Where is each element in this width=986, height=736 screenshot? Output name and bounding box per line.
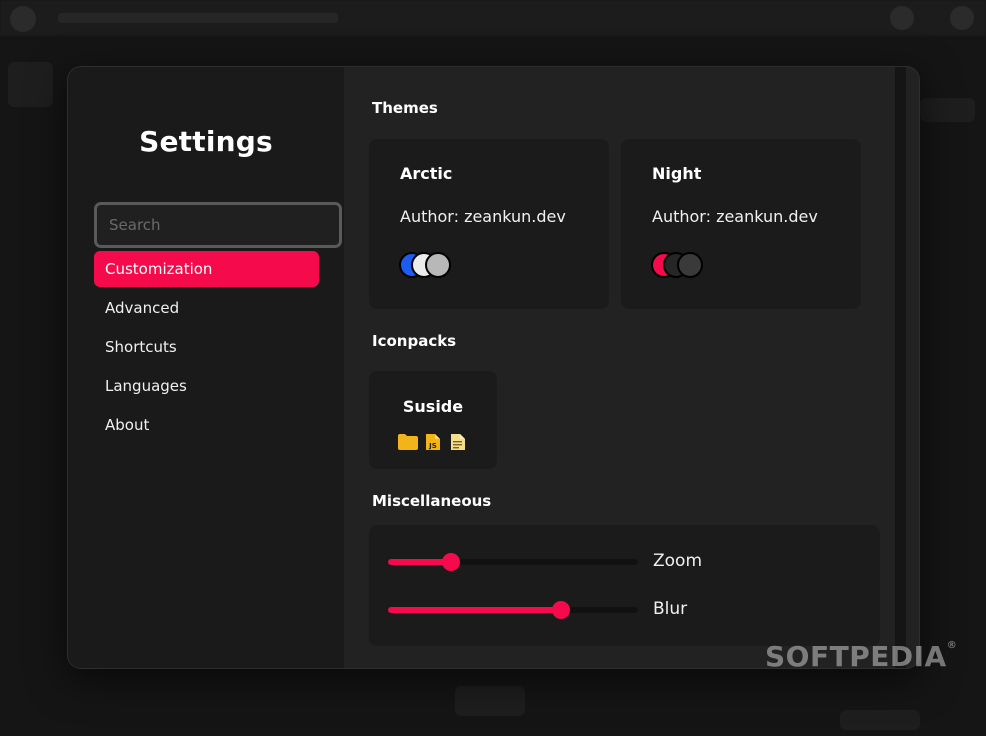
search-input[interactable] [94,202,342,248]
theme-author: Author: zeankun.dev [400,207,566,226]
settings-content: Themes Arctic Author: zeankun.dev Night … [344,67,906,668]
background-block [455,686,525,716]
theme-swatches [651,252,741,278]
blur-slider[interactable] [388,600,638,620]
watermark-text: SOFTPEDIA [765,640,947,673]
zoom-label: Zoom [653,551,703,571]
iconpack-name: Suside [402,397,464,416]
page-title: Settings [139,125,273,158]
theme-card-arctic[interactable]: Arctic Author: zeankun.dev [369,139,609,309]
slider-thumb[interactable] [442,553,460,571]
nav-item-about[interactable]: About [94,407,319,443]
slider-fill [388,607,561,613]
blur-label: Blur [653,599,688,619]
watermark-mark: ® [946,640,958,651]
iconpack-card-suside[interactable]: Suside JS [369,371,497,469]
nav-item-advanced[interactable]: Advanced [94,290,319,326]
miscellaneous-heading: Miscellaneous [372,492,492,510]
text-file-icon [451,434,465,450]
settings-sidebar: Settings Customization Advanced Shortcut… [68,67,344,668]
color-swatch [425,252,451,278]
slider-thumb[interactable] [552,601,570,619]
nav-item-languages[interactable]: Languages [94,368,319,404]
background-logo [10,6,36,32]
background-button [950,6,974,30]
theme-name: Arctic [400,164,453,183]
watermark: SOFTPEDIA® [765,640,957,673]
theme-author: Author: zeankun.dev [652,207,818,226]
settings-nav: Customization Advanced Shortcuts Languag… [94,251,319,446]
background-menu [58,13,338,23]
theme-card-night[interactable]: Night Author: zeankun.dev [621,139,861,309]
js-file-icon: JS [426,434,440,450]
background-block [920,98,975,122]
zoom-slider[interactable] [388,552,638,572]
content-scrollbar[interactable] [895,67,906,668]
background-block [8,62,53,107]
color-swatch [677,252,703,278]
iconpacks-heading: Iconpacks [372,332,457,350]
theme-swatches [399,252,489,278]
nav-item-shortcuts[interactable]: Shortcuts [94,329,319,365]
background-button [890,6,914,30]
theme-name: Night [652,164,702,183]
folder-icon [398,434,418,450]
nav-item-customization[interactable]: Customization [94,251,319,287]
themes-heading: Themes [372,99,438,117]
iconpack-preview: JS [397,433,477,453]
svg-text:JS: JS [428,442,437,450]
miscellaneous-card: Zoom Blur [369,525,880,646]
background-block [840,710,920,730]
settings-dialog: Settings Customization Advanced Shortcut… [67,66,920,669]
